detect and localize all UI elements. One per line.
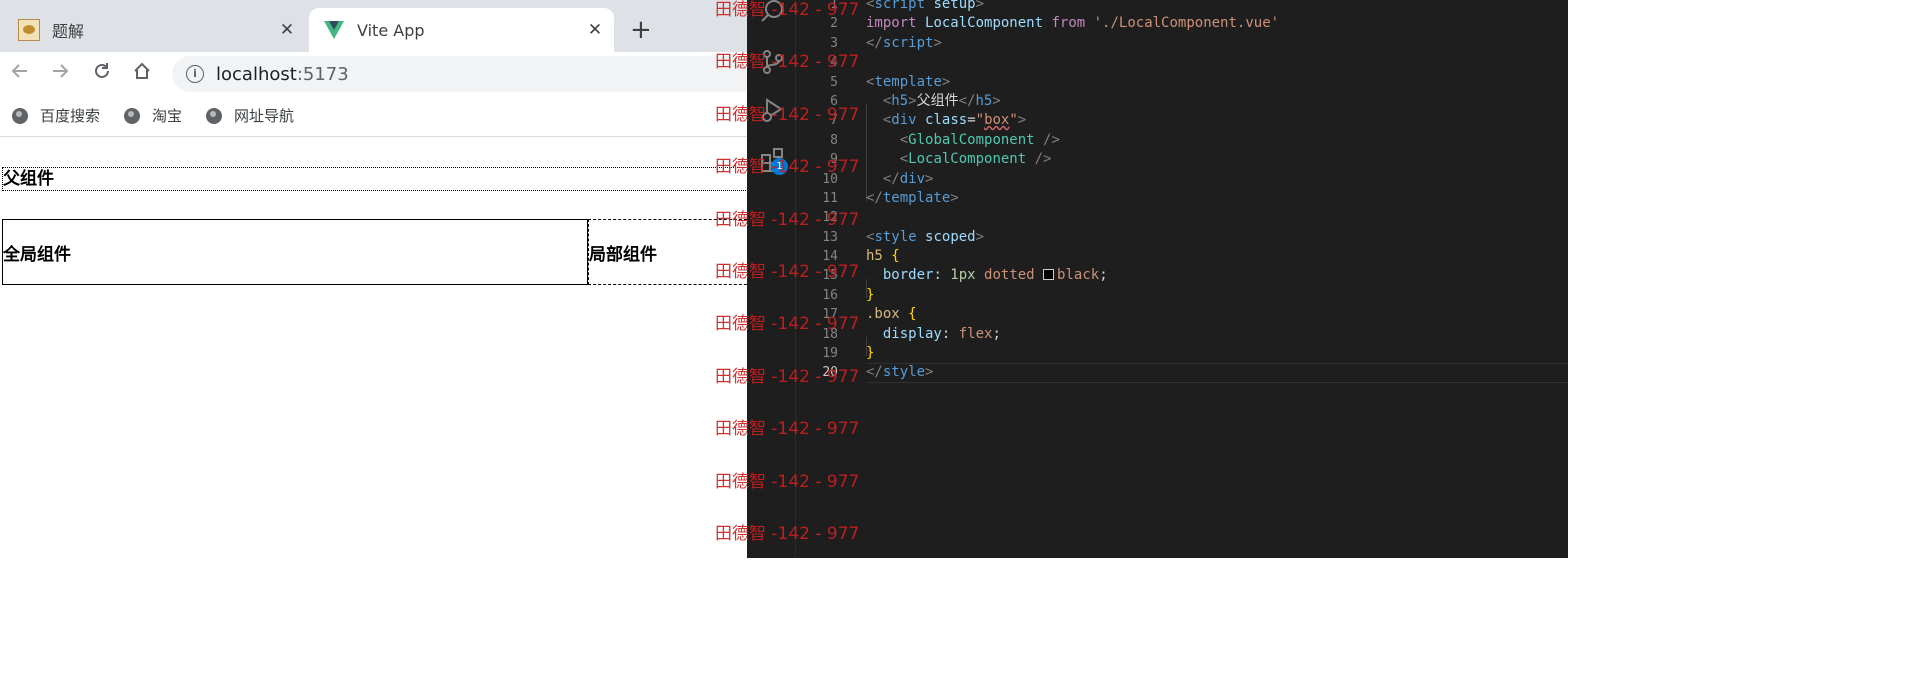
local-component: 局部组件 — [588, 219, 747, 285]
address-bar[interactable]: i localhost:5173 — [172, 56, 747, 92]
close-tab-icon[interactable]: ✕ — [582, 20, 608, 40]
search-icon[interactable] — [759, 0, 787, 26]
bookmark-nav[interactable]: 网址导航 — [206, 105, 294, 126]
code-line: 16} — [822, 286, 875, 303]
page-content: 父组件 全局组件 局部组件 — [0, 137, 747, 558]
parent-heading: 父组件 — [2, 167, 747, 191]
code-line: 17 .box { — [822, 306, 917, 323]
code-line: 2 import LocalComponent from './LocalComp… — [830, 15, 1280, 32]
code-editor: 1 1 <script setup> 2 import LocalComponent… — [747, 0, 1568, 558]
tab-title: 题解 — [52, 22, 85, 41]
component-box: 全局组件 局部组件 — [2, 219, 747, 285]
code-line: 12 — [822, 210, 838, 226]
code-line: 11 </template> — [822, 189, 959, 206]
code-line: 9 <LocalComponent /> — [830, 151, 1052, 168]
browser-toolbar: i localhost:5173 — [0, 52, 747, 96]
close-tab-icon[interactable]: ✕ — [274, 20, 300, 40]
code-line: 13 <style scoped> — [822, 228, 985, 245]
bookmark-baidu[interactable]: 百度搜索 — [12, 105, 100, 126]
bookmarks-bar: 百度搜索 淘宝 网址导航 — [0, 96, 747, 137]
url-text: localhost:5173 — [216, 63, 349, 85]
code-line: 7 <div class="box"> — [830, 112, 1027, 129]
code-line-current: 20 </style> — [795, 363, 1568, 383]
run-debug-icon[interactable] — [759, 96, 787, 124]
code-line: 1 <script setup> — [830, 0, 985, 12]
activity-bar: 1 — [747, 0, 796, 558]
home-icon[interactable] — [128, 60, 156, 88]
tab-tijie[interactable]: 题解 ✕ — [0, 8, 306, 52]
globe-icon — [124, 107, 140, 124]
forward-arrow-icon[interactable] — [46, 60, 74, 88]
vite-logo-icon — [324, 21, 344, 39]
code-line: 18 display: flex; — [822, 325, 1001, 342]
tab-strip: 题解 ✕ Vite App ✕ + — [0, 0, 747, 52]
globe-icon — [12, 107, 28, 124]
tab-title: Vite App — [357, 20, 425, 40]
globe-icon — [206, 107, 222, 124]
code-line: 15 border: 1px dotted black; — [822, 267, 1108, 284]
new-tab-button[interactable]: + — [630, 16, 652, 44]
screenshot: 题解 ✕ Vite App ✕ + i localhost:5173 百度搜索 … — [0, 0, 1568, 558]
global-component: 全局组件 — [2, 219, 588, 285]
code-area[interactable]: 1 <script setup> 2 import LocalComponent f… — [795, 0, 1568, 383]
source-control-icon[interactable] — [759, 48, 787, 76]
code-line: 4 — [830, 55, 838, 71]
code-line: 5 <template> — [830, 73, 951, 90]
browser-window: 题解 ✕ Vite App ✕ + i localhost:5173 百度搜索 … — [0, 0, 747, 558]
reload-icon[interactable] — [88, 60, 116, 88]
code-line: 10 </div> — [822, 170, 934, 187]
tab-vite-app[interactable]: Vite App ✕ — [309, 8, 614, 52]
cat-favicon-icon — [18, 19, 40, 41]
code-line: 3 </script> — [830, 34, 942, 51]
code-line: 19} — [822, 345, 875, 362]
extensions-badge: 1 — [771, 158, 788, 175]
code-line: 14 h5 { — [822, 248, 900, 265]
back-arrow-icon[interactable] — [6, 60, 34, 88]
code-line: 8 <GlobalComponent /> — [830, 131, 1060, 148]
bookmark-taobao[interactable]: 淘宝 — [124, 105, 182, 126]
color-swatch-icon[interactable] — [1043, 269, 1055, 281]
info-icon[interactable]: i — [186, 65, 204, 83]
code-line: 6 <h5>父组件</h5> — [830, 92, 1001, 109]
